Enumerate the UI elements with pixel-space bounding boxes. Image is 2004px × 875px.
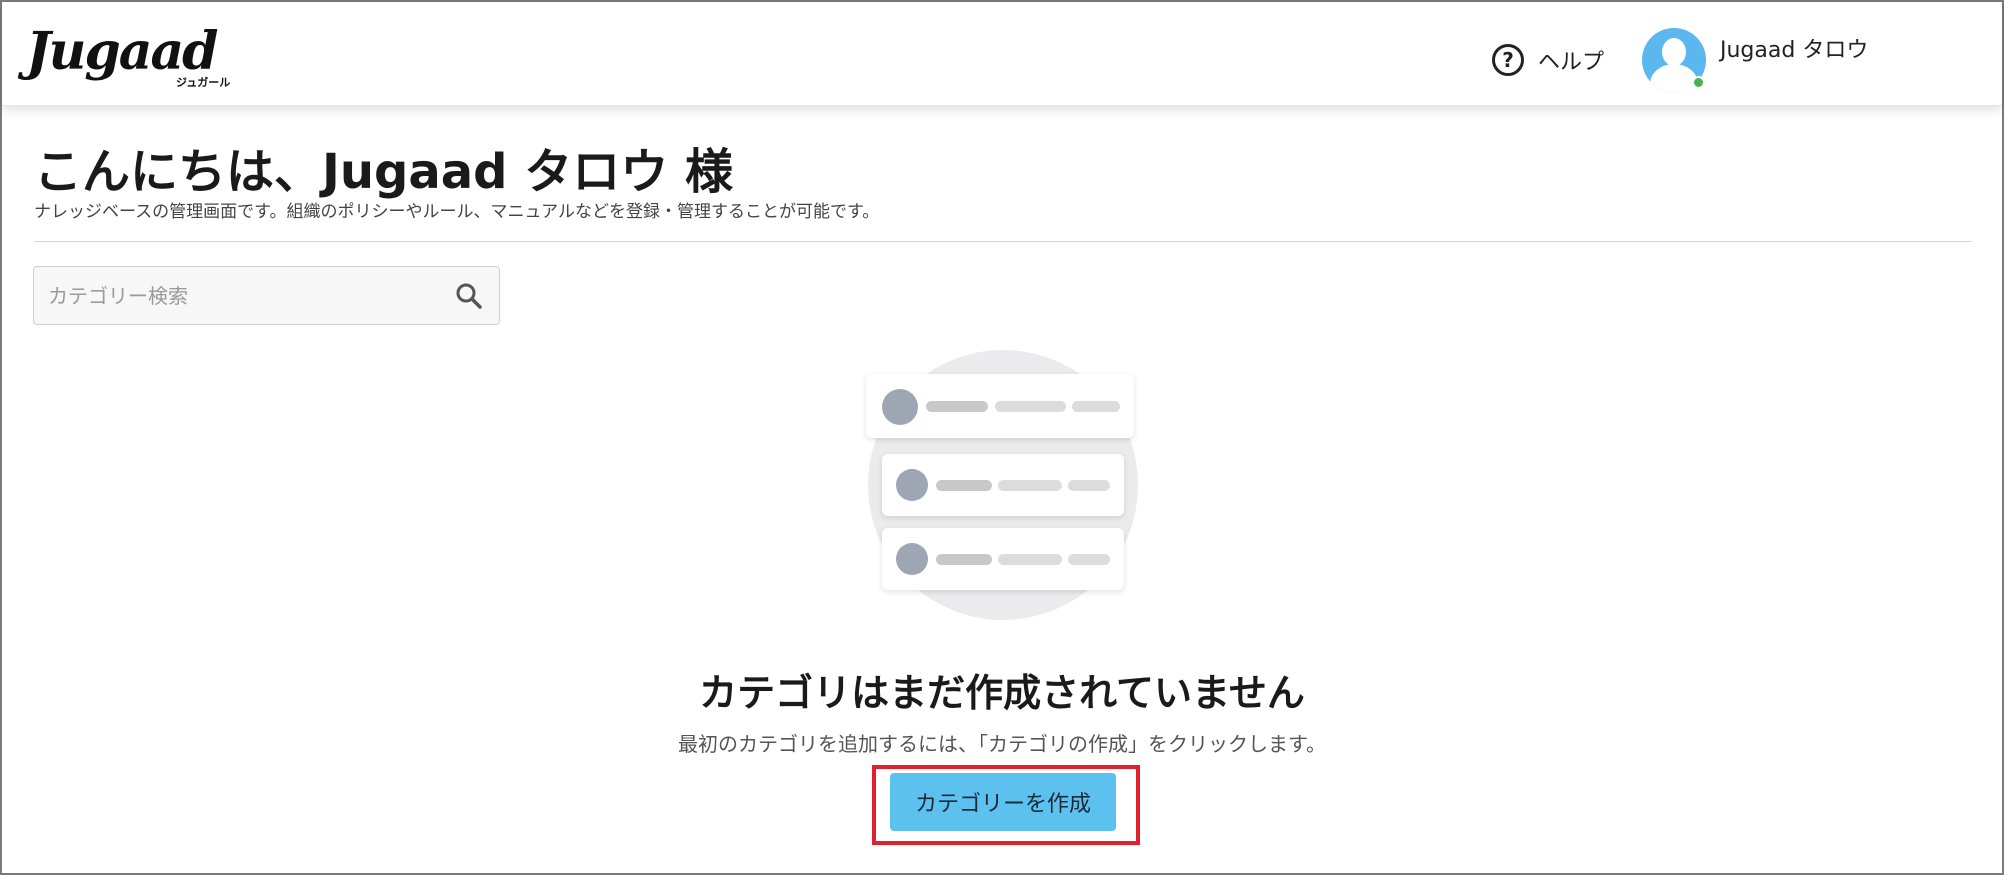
user-name: Jugaad タロウ [1720, 38, 1869, 63]
illustration-card [882, 528, 1124, 590]
logo-wordmark: Jugaad [26, 21, 219, 82]
illustration-card [866, 374, 1134, 438]
category-search [33, 266, 500, 325]
search-icon[interactable] [454, 281, 484, 311]
illustration-card [882, 454, 1124, 516]
empty-state-description: 最初のカテゴリを追加するには、「カテゴリの作成」をクリックします。 [678, 732, 1326, 756]
online-status-dot [1692, 76, 1705, 89]
help-link[interactable]: ? ヘルプ [1492, 42, 1604, 78]
empty-state-title: カテゴリはまだ作成されていません [699, 671, 1305, 715]
page-subtitle: ナレッジベースの管理画面です。組織のポリシーやルール、マニュアルなどを登録・管理… [34, 202, 880, 222]
app-header: Jugaad ジュガール ? ヘルプ Jugaad タロウ [2, 2, 2002, 106]
divider [34, 241, 1972, 242]
logo-subtext: ジュガール [176, 76, 231, 89]
help-label: ヘルプ [1538, 50, 1605, 75]
empty-list-illustration [866, 350, 1138, 620]
question-circle-icon: ? [1492, 44, 1524, 76]
create-category-button[interactable]: カテゴリーを作成 [890, 773, 1116, 831]
page-title: こんにちは、Jugaad タロウ 様 [34, 144, 733, 200]
jugaad-logo[interactable]: Jugaad ジュガール [26, 22, 236, 92]
search-input[interactable] [48, 279, 448, 313]
